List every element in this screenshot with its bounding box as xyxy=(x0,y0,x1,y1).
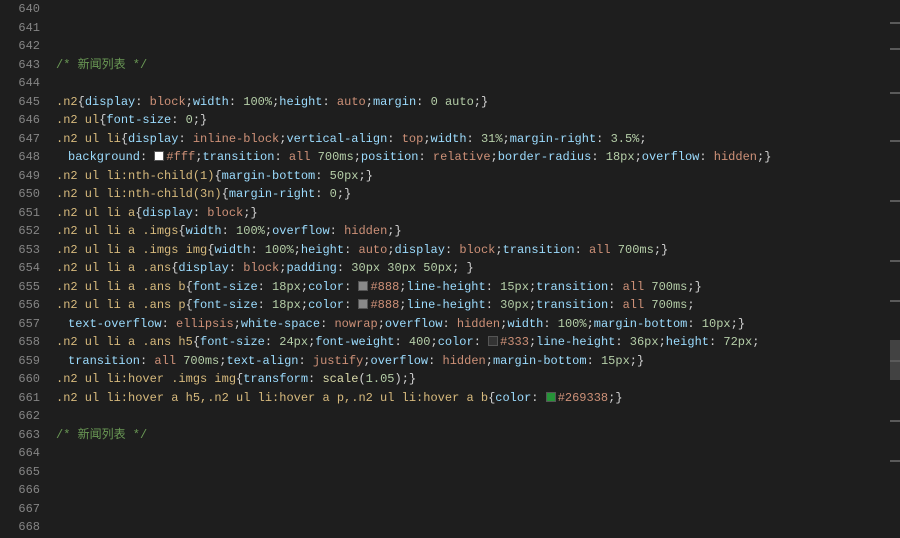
minimap-mark xyxy=(890,360,900,362)
code-line[interactable] xyxy=(56,518,900,537)
code-line[interactable] xyxy=(56,407,900,426)
minimap-mark xyxy=(890,92,900,94)
line-number: 664 xyxy=(0,444,40,463)
code-line[interactable]: transition: all 700ms;text-align: justif… xyxy=(56,352,900,371)
line-number: 650 xyxy=(0,185,40,204)
code-line[interactable]: /* 新闻列表 */ xyxy=(56,426,900,445)
code-line[interactable]: text-overflow: ellipsis;white-space: now… xyxy=(56,315,900,334)
code-line[interactable]: .n2 ul li a .imgs{width: 100%;overflow: … xyxy=(56,222,900,241)
code-line[interactable]: background: #fff;transition: all 700ms;p… xyxy=(56,148,900,167)
code-line[interactable] xyxy=(56,74,900,93)
line-number: 646 xyxy=(0,111,40,130)
code-line[interactable] xyxy=(56,19,900,38)
line-number: 660 xyxy=(0,370,40,389)
minimap-mark xyxy=(890,260,900,262)
code-line[interactable]: .n2 ul{font-size: 0;} xyxy=(56,111,900,130)
minimap-mark xyxy=(890,140,900,142)
code-line[interactable] xyxy=(56,481,900,500)
line-number: 655 xyxy=(0,278,40,297)
code-line[interactable]: .n2 ul li a .ans p{font-size: 18px;color… xyxy=(56,296,900,315)
code-line[interactable] xyxy=(56,500,900,519)
line-number: 657 xyxy=(0,315,40,334)
line-number: 641 xyxy=(0,19,40,38)
line-number: 643 xyxy=(0,56,40,75)
code-line[interactable]: .n2 ul li:nth-child(3n){margin-right: 0;… xyxy=(56,185,900,204)
line-number: 653 xyxy=(0,241,40,260)
minimap-mark xyxy=(890,22,900,24)
code-line[interactable] xyxy=(56,444,900,463)
line-number-gutter: 6406416426436446456466476486496506516526… xyxy=(0,0,50,538)
line-number: 649 xyxy=(0,167,40,186)
line-number: 667 xyxy=(0,500,40,519)
line-number: 663 xyxy=(0,426,40,445)
minimap-mark xyxy=(890,300,900,302)
line-number: 658 xyxy=(0,333,40,352)
line-number: 659 xyxy=(0,352,40,371)
code-line[interactable]: /* 新闻列表 */ xyxy=(56,56,900,75)
code-area[interactable]: /* 新闻列表 */ .n2{display: block;width: 100… xyxy=(50,0,900,538)
line-number: 665 xyxy=(0,463,40,482)
code-line[interactable] xyxy=(56,0,900,19)
line-number: 645 xyxy=(0,93,40,112)
minimap-mark xyxy=(890,460,900,462)
minimap-scrollbar[interactable] xyxy=(890,0,900,538)
code-line[interactable]: .n2 ul li a .ans{display: block;padding:… xyxy=(56,259,900,278)
line-number: 668 xyxy=(0,518,40,537)
line-number: 651 xyxy=(0,204,40,223)
code-line[interactable] xyxy=(56,463,900,482)
code-line[interactable]: .n2 ul li a .ans b{font-size: 18px;color… xyxy=(56,278,900,297)
line-number: 647 xyxy=(0,130,40,149)
line-number: 648 xyxy=(0,148,40,167)
code-line[interactable]: .n2{display: block;width: 100%;height: a… xyxy=(56,93,900,112)
code-editor[interactable]: 6406416426436446456466476486496506516526… xyxy=(0,0,900,538)
line-number: 661 xyxy=(0,389,40,408)
code-line[interactable]: .n2 ul li:hover .imgs img{transform: sca… xyxy=(56,370,900,389)
line-number: 652 xyxy=(0,222,40,241)
minimap-mark xyxy=(890,420,900,422)
code-line[interactable]: .n2 ul li a{display: block;} xyxy=(56,204,900,223)
code-line[interactable] xyxy=(56,37,900,56)
code-line[interactable]: .n2 ul li:hover a h5,.n2 ul li:hover a p… xyxy=(56,389,900,408)
line-number: 640 xyxy=(0,0,40,19)
line-number: 654 xyxy=(0,259,40,278)
code-line[interactable]: .n2 ul li:nth-child(1){margin-bottom: 50… xyxy=(56,167,900,186)
line-number: 656 xyxy=(0,296,40,315)
line-number: 642 xyxy=(0,37,40,56)
code-line[interactable]: .n2 ul li a .ans h5{font-size: 24px;font… xyxy=(56,333,900,352)
minimap-mark xyxy=(890,200,900,202)
line-number: 644 xyxy=(0,74,40,93)
minimap-mark xyxy=(890,48,900,50)
line-number: 662 xyxy=(0,407,40,426)
code-line[interactable]: .n2 ul li a .imgs img{width: 100%;height… xyxy=(56,241,900,260)
code-line[interactable]: .n2 ul li{display: inline-block;vertical… xyxy=(56,130,900,149)
line-number: 666 xyxy=(0,481,40,500)
